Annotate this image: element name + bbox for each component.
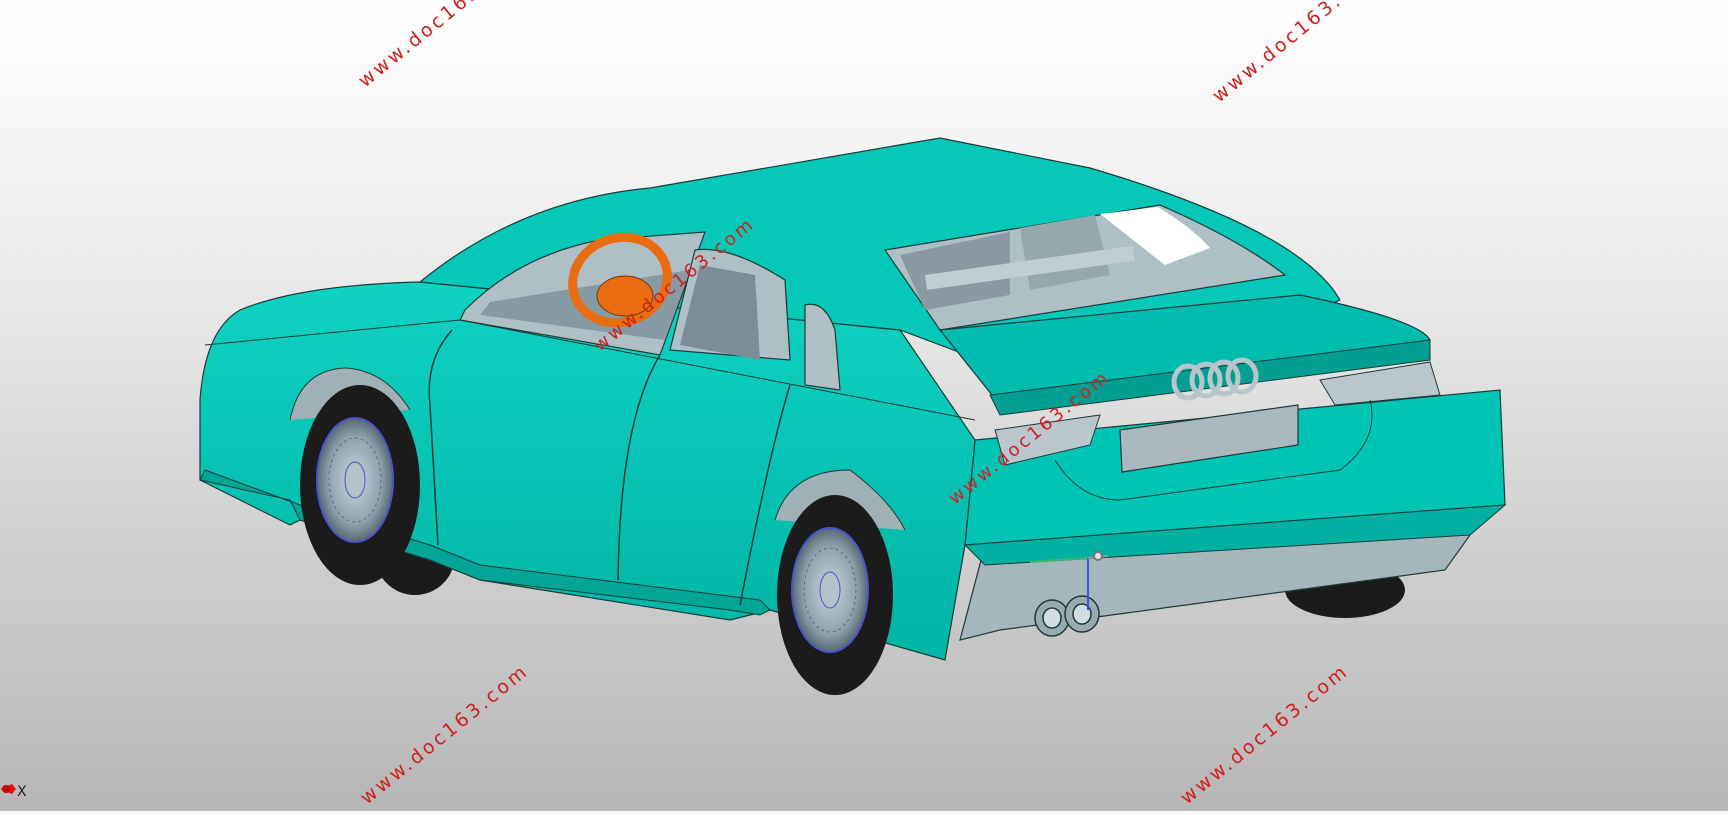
model-viewport[interactable]: www.doc163.com www.doc163.com www.doc163… (0, 0, 1728, 811)
triad-axis-icon (0, 784, 16, 794)
car-model (199, 137, 1507, 695)
triad-x-label: X (17, 784, 27, 800)
rear-left-wheel (774, 469, 906, 695)
view-triad[interactable]: X (0, 780, 40, 810)
front-left-wheel (289, 367, 420, 585)
